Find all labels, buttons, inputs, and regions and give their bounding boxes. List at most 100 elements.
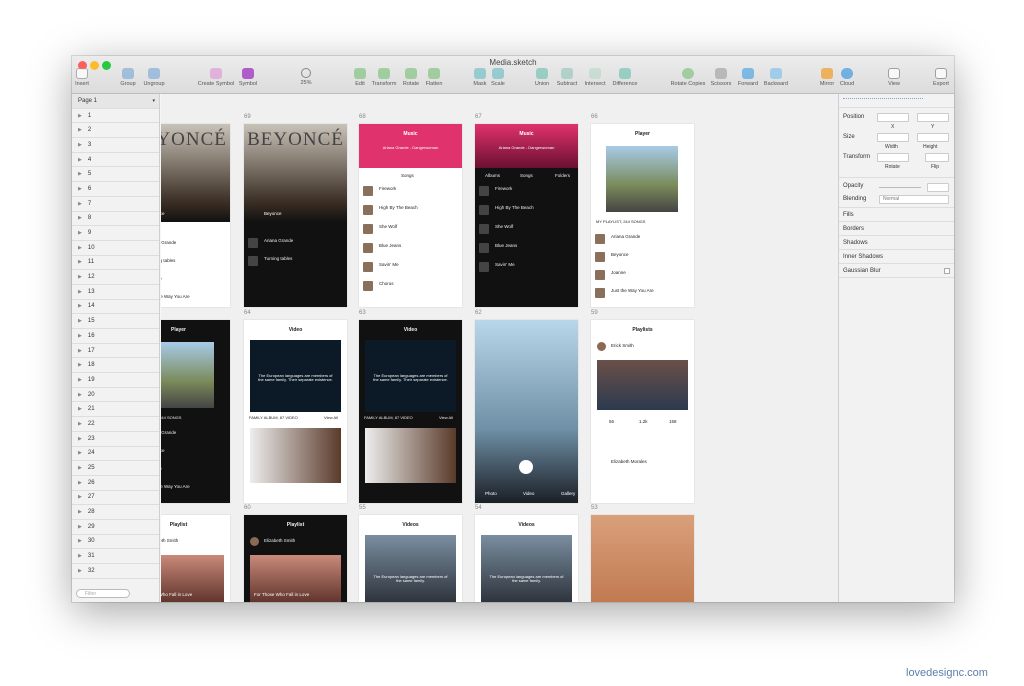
layer-item[interactable]: ▶ 29 (72, 520, 159, 535)
artboard[interactable]: BEYONCÉ Beyonce Ariana Grande Turning table… (244, 124, 347, 307)
disclosure-triangle-icon[interactable]: ▶ (78, 480, 82, 486)
layer-item[interactable]: ▶ 11 (72, 256, 159, 271)
rotate-field[interactable] (877, 153, 909, 162)
layer-item[interactable]: ▶ 30 (72, 535, 159, 550)
height-field[interactable] (917, 133, 949, 142)
artboard[interactable]: Videos The European languages are members… (475, 515, 578, 602)
cloud-button[interactable]: Cloud (827, 68, 867, 87)
layer-item[interactable]: ▶ 20 (72, 388, 159, 403)
layer-item[interactable]: ▶ 13 (72, 285, 159, 300)
disclosure-triangle-icon[interactable]: ▶ (78, 568, 82, 574)
view-button[interactable]: View (874, 68, 914, 87)
artboard[interactable]: Videos The European languages are members… (359, 515, 462, 602)
artboard[interactable]: Photo Video Gallery (475, 320, 578, 503)
layer-item[interactable]: ▶ 5 (72, 167, 159, 183)
x-field[interactable] (877, 113, 909, 122)
difference-button[interactable]: Difference (605, 68, 645, 87)
layer-item[interactable]: ▶ 21 (72, 402, 159, 418)
layer-item[interactable]: ▶ 27 (72, 491, 159, 506)
inner-shadows-section[interactable]: Inner Shadows (839, 250, 954, 264)
opacity-field[interactable] (927, 183, 949, 192)
align-icons[interactable] (843, 98, 923, 103)
disclosure-triangle-icon[interactable]: ▶ (78, 142, 82, 148)
artboard[interactable]: BEYONCÉBeyonceMY PLAYLISTAriana GrandeTu… (161, 124, 230, 307)
layer-item[interactable]: ▶ 3 (72, 138, 159, 153)
disclosure-triangle-icon[interactable]: ▶ (78, 509, 82, 515)
scale-button[interactable]: Scale (478, 68, 518, 87)
disclosure-triangle-icon[interactable]: ▶ (78, 318, 82, 324)
disclosure-triangle-icon[interactable]: ▶ (78, 113, 82, 119)
disclosure-triangle-icon[interactable]: ▶ (78, 436, 82, 442)
disclosure-triangle-icon[interactable]: ▶ (78, 392, 82, 398)
artboard[interactable]: Playlist Elizabeth Smith For Those Who Fal… (161, 515, 230, 602)
layer-item[interactable]: ▶ 15 (72, 314, 159, 329)
artboard[interactable] (591, 515, 694, 602)
layer-item[interactable]: ▶ 6 (72, 182, 159, 197)
disclosure-triangle-icon[interactable]: ▶ (78, 259, 82, 265)
layer-item[interactable]: ▶ 28 (72, 505, 159, 520)
disclosure-triangle-icon[interactable]: ▶ (78, 465, 82, 471)
layer-item[interactable]: ▶ 12 (72, 270, 159, 285)
width-field[interactable] (877, 133, 909, 142)
zoom-control[interactable]: 25% (286, 68, 326, 86)
backward-button[interactable]: Backward (756, 68, 796, 87)
disclosure-triangle-icon[interactable]: ▶ (78, 524, 82, 530)
layer-item[interactable]: ▶ 24 (72, 447, 159, 462)
layer-item[interactable]: ▶ 2 (72, 123, 159, 139)
artboard[interactable]: Playlists Erick Smith 56 1.2k 158 Elizabeth M… (591, 320, 694, 503)
disclosure-triangle-icon[interactable]: ▶ (78, 362, 82, 368)
disclosure-triangle-icon[interactable]: ▶ (78, 553, 82, 559)
flatten-button[interactable]: Flatten (414, 68, 454, 87)
artboard[interactable]: Music Ariana Grande - Dangerwoman Songs Fir… (359, 124, 462, 307)
disclosure-triangle-icon[interactable]: ▶ (78, 538, 82, 544)
symbol-button[interactable]: Symbol (228, 68, 268, 87)
export-button[interactable]: Export (921, 68, 954, 87)
ungroup-button[interactable]: Ungroup (134, 68, 174, 87)
layer-item[interactable]: ▶ 31 (72, 549, 159, 564)
disclosure-triangle-icon[interactable]: ▶ (78, 201, 82, 207)
artboard[interactable]: Video The European languages are members … (359, 320, 462, 503)
disclosure-triangle-icon[interactable]: ▶ (78, 348, 82, 354)
layer-item[interactable]: ▶ 22 (72, 417, 159, 432)
artboard[interactable]: Playlist Elizabeth Smith For Those Who Fal… (244, 515, 347, 602)
layer-item[interactable]: ▶ 4 (72, 153, 159, 168)
disclosure-triangle-icon[interactable]: ▶ (78, 215, 82, 221)
disclosure-triangle-icon[interactable]: ▶ (78, 421, 82, 427)
opacity-slider[interactable] (879, 187, 921, 188)
shadows-section[interactable]: Shadows (839, 236, 954, 250)
disclosure-triangle-icon[interactable]: ▶ (78, 186, 82, 192)
layer-item[interactable]: ▶ 25 (72, 461, 159, 476)
blur-checkbox[interactable] (944, 267, 950, 274)
layer-item[interactable]: ▶ 17 (72, 344, 159, 359)
disclosure-triangle-icon[interactable]: ▶ (78, 289, 82, 295)
disclosure-triangle-icon[interactable]: ▶ (78, 230, 82, 236)
artboard[interactable]: Video The European languages are members … (244, 320, 347, 503)
layer-item[interactable]: ▶ 26 (72, 476, 159, 491)
borders-section[interactable]: Borders (839, 222, 954, 236)
page-selector[interactable]: Page 1 ▾ (72, 94, 159, 109)
layer-item[interactable]: ▶ 7 (72, 197, 159, 212)
canvas[interactable]: 70BEYONCÉBeyonceMY PLAYLISTAriana Grande… (161, 94, 838, 602)
layer-item[interactable]: ▶ 10 (72, 241, 159, 256)
layer-item[interactable]: ▶ 16 (72, 329, 159, 344)
disclosure-triangle-icon[interactable]: ▶ (78, 274, 82, 280)
disclosure-triangle-icon[interactable]: ▶ (78, 406, 82, 412)
insert-button[interactable]: Insert (72, 68, 102, 87)
disclosure-triangle-icon[interactable]: ▶ (78, 494, 82, 500)
y-field[interactable] (917, 113, 949, 122)
disclosure-triangle-icon[interactable]: ▶ (78, 171, 82, 177)
disclosure-triangle-icon[interactable]: ▶ (78, 333, 82, 339)
filter-input[interactable]: Filter (76, 589, 130, 598)
artboard[interactable]: Player Ariana Grande Beyonce Joanne Just the… (161, 320, 230, 503)
fills-section[interactable]: Fills (839, 208, 954, 222)
disclosure-triangle-icon[interactable]: ▶ (78, 377, 82, 383)
blending-select[interactable]: Normal (879, 195, 949, 204)
flip-buttons[interactable] (925, 153, 949, 162)
disclosure-triangle-icon[interactable]: ▶ (78, 245, 82, 251)
layer-item[interactable]: ▶ 1 (72, 109, 159, 124)
artboard[interactable]: Music Ariana Grande - Dangerwoman Albums So… (475, 124, 578, 307)
disclosure-triangle-icon[interactable]: ▶ (78, 303, 82, 309)
layer-item[interactable]: ▶ 8 (72, 212, 159, 227)
layer-item[interactable]: ▶ 32 (72, 564, 159, 579)
gaussian-blur-section[interactable]: Gaussian Blur (839, 264, 954, 278)
